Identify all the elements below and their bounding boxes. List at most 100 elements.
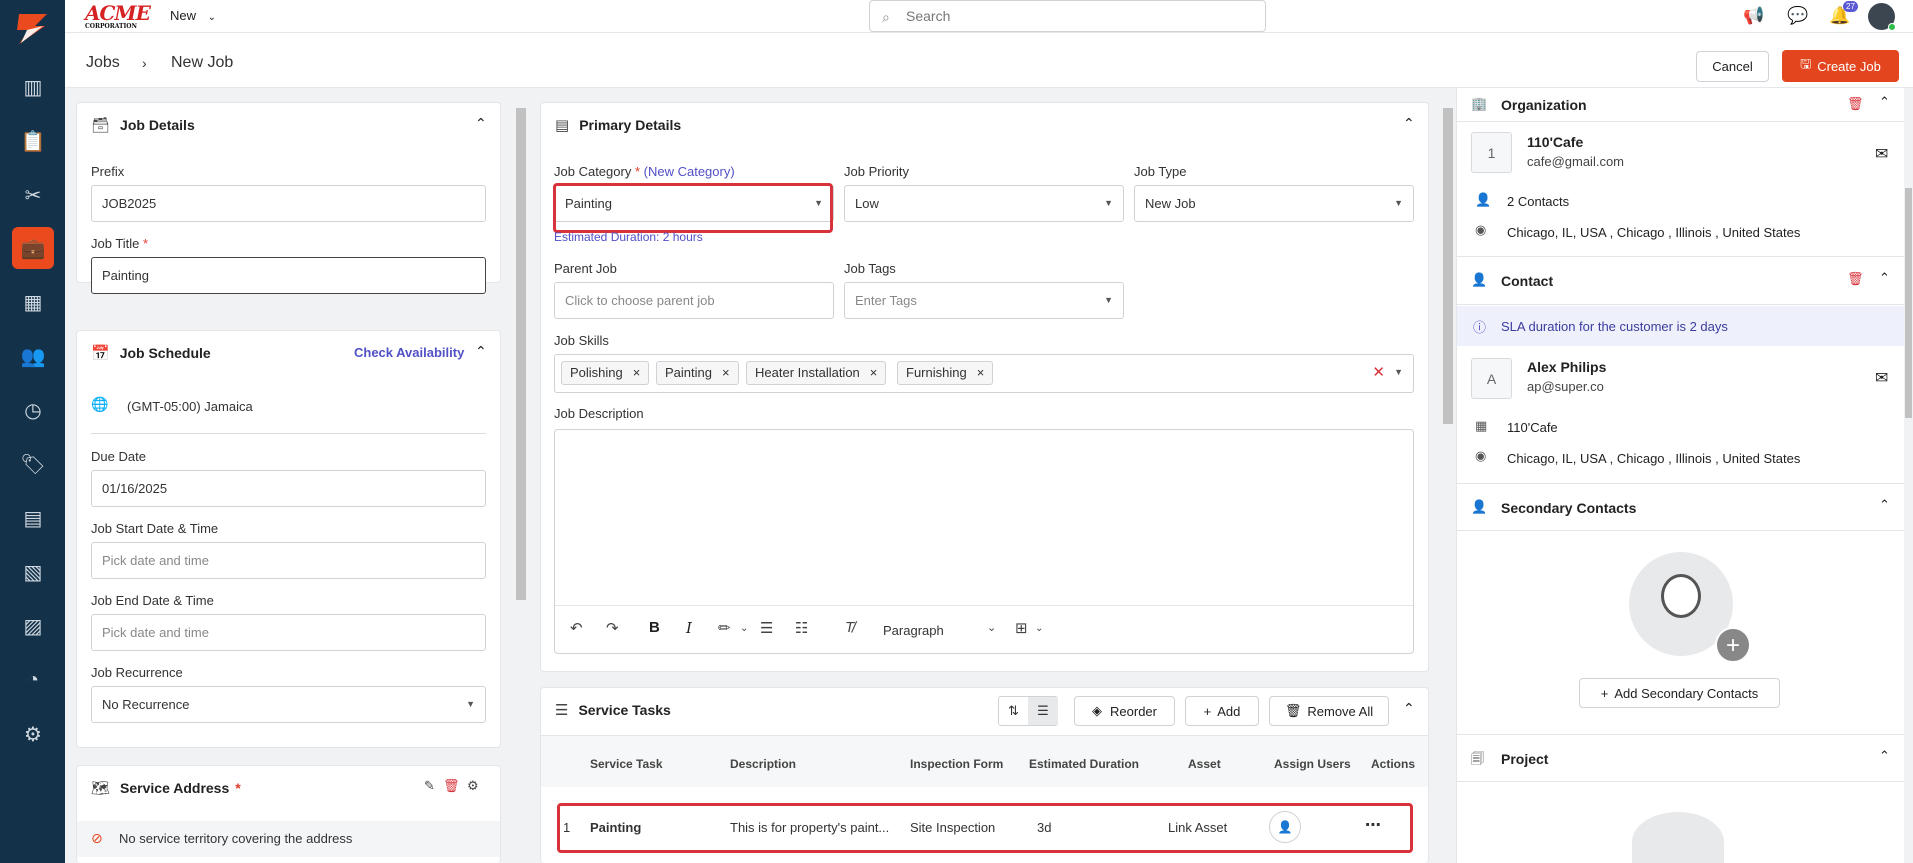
right-scrollbar[interactable] [1905,188,1912,418]
job-type-select[interactable]: New Job ▼ [1134,185,1414,222]
middle-scrollbar[interactable] [1443,108,1453,424]
highlighter-icon[interactable]: ✏ [718,619,731,637]
remove-all-button[interactable]: 🗑 Remove All [1269,696,1389,726]
prefix-input[interactable]: JOB2025 [91,185,486,222]
numbered-list-icon[interactable]: ☷ [795,619,808,637]
layers-icon: ▤ [555,117,570,134]
italic-icon[interactable]: I [686,619,692,637]
primary-details-header[interactable]: ▤ Primary Details [555,103,681,147]
mail-icon[interactable]: ✉ [1875,144,1888,164]
redo-icon[interactable]: ↷ [606,619,619,637]
collapse-chevron-icon[interactable]: ⌃ [1879,94,1890,110]
organization-name[interactable]: 110'Cafe [1527,134,1583,150]
job-priority-select[interactable]: Low ▼ [844,185,1124,222]
chevron-down-icon[interactable]: ⌄ [740,623,748,634]
timezone-text[interactable]: (GMT-05:00) Jamaica [127,399,253,414]
nav-dashboard-icon[interactable]: ▥ [12,66,54,108]
remove-tag-icon[interactable]: × [977,365,985,380]
delete-trash-icon[interactable]: 🗑 [1847,271,1864,287]
new-category-link[interactable]: (New Category) [644,164,735,179]
organization-header[interactable]: 🏢 Organization 🗑 ⌃ [1457,88,1904,122]
building-icon: 🏢 [1471,96,1488,111]
collapse-chevron-icon[interactable]: ⌃ [1879,497,1890,513]
project-header[interactable]: 🗐 Project ⌃ [1457,734,1904,782]
gear-icon[interactable]: ⚙ [467,778,479,794]
clear-format-icon[interactable]: T̸ [845,619,854,636]
nav-jobs-icon[interactable]: 💼 [12,227,54,269]
breadcrumb-jobs-link[interactable]: Jobs [86,54,120,72]
check-availability-link[interactable]: Check Availability [354,345,464,360]
collapse-chevron-icon[interactable]: ⌃ [1879,748,1890,764]
due-date-input[interactable]: 01/16/2025 [91,470,486,507]
job-details-header[interactable]: 🗃 Job Details [91,103,195,147]
parent-job-input[interactable]: Click to choose parent job [554,282,834,319]
mail-icon[interactable]: ✉ [1875,368,1888,388]
nav-map-icon[interactable]: ▤ [12,497,54,539]
job-schedule-header[interactable]: 📅 Job Schedule [91,331,211,375]
nav-reports-icon[interactable]: ◔ [12,659,54,701]
delete-trash-icon[interactable]: 🗑 [443,778,460,794]
delete-trash-icon[interactable]: 🗑 [1847,96,1864,112]
nav-invoice-icon[interactable]: ▧ [12,551,54,593]
reorder-button[interactable]: ◈ Reorder [1074,696,1175,726]
nav-settings-icon[interactable]: ⚙ [12,713,54,755]
collapse-chevron-icon[interactable]: ⌃ [475,115,487,132]
service-tasks-header[interactable]: ☰ Service Tasks [555,688,671,732]
job-skills-multiselect[interactable]: Polishing × Painting × Heater Installation… [554,354,1414,393]
table-icon[interactable]: ⊞ [1015,619,1028,637]
create-job-button[interactable]: 🖫 Create Job [1782,50,1899,82]
nav-clipboard-icon[interactable]: 📋 [12,120,54,162]
remove-tag-icon[interactable]: × [633,365,641,380]
chat-icon[interactable]: 💬 [1787,6,1809,28]
nav-tag-icon[interactable]: 🏷 [12,443,54,485]
add-task-button[interactable]: + Add [1185,696,1259,726]
organization-contacts-count[interactable]: 2 Contacts [1507,194,1569,209]
nav-calendar-icon[interactable]: ▦ [12,281,54,323]
nav-tools-icon[interactable]: ✂ [12,174,54,216]
job-tags-input[interactable]: Enter Tags ▼ [844,282,1124,319]
add-secondary-contacts-button[interactable]: + Add Secondary Contacts [1579,678,1780,708]
brand-logo[interactable]: ACME CORPORATION [85,2,155,30]
document-icon: 🗐 [1471,751,1484,766]
job-description-editor[interactable]: ↶ ↷ B I ✏ ⌄ ☰ ☷ T̸ Paragraph ⌄ ⊞ ⌄ [554,429,1414,654]
sort-icon[interactable]: ⇅ [999,697,1028,725]
megaphone-icon[interactable]: 📢 [1743,6,1765,28]
bold-icon[interactable]: B [649,619,660,636]
new-menu-button[interactable]: New ⌄ [170,8,216,23]
chevron-down-icon[interactable]: ⌄ [1035,623,1043,634]
collapse-chevron-icon[interactable]: ⌃ [475,343,487,360]
clear-all-icon[interactable]: ✕ [1372,355,1385,390]
collapse-chevron-icon[interactable]: ⌃ [1879,270,1890,286]
collapse-chevron-icon[interactable]: ⌃ [1403,115,1415,132]
search-input[interactable]: ⌕ Search [869,0,1266,32]
end-date-input[interactable]: Pick date and time [91,614,486,651]
contact-name[interactable]: Alex Philips [1527,359,1606,375]
cancel-button[interactable]: Cancel [1696,51,1769,82]
bell-icon[interactable]: 🔔 27 [1829,1,1858,28]
contact-header[interactable]: 👤 Contact 🗑 ⌃ [1457,256,1904,305]
undo-icon[interactable]: ↶ [570,619,583,637]
nav-users-icon[interactable]: 👥 [12,335,54,377]
bullet-list-icon[interactable]: ☰ [760,619,773,637]
job-title-input[interactable]: Painting [91,257,486,294]
paragraph-select[interactable]: Paragraph ⌄ [877,616,1007,644]
service-address-header[interactable]: 🗺 Service Address * [91,766,241,810]
secondary-contacts-header[interactable]: 👤 Secondary Contacts ⌃ [1457,483,1904,531]
user-avatar[interactable] [1868,3,1896,31]
left-scrollbar[interactable] [516,108,526,600]
nav-documents-icon[interactable]: ▨ [12,605,54,647]
collapse-chevron-icon[interactable]: ⌃ [1403,700,1415,717]
nav-clock-icon[interactable]: ◷ [12,389,54,431]
recurrence-select[interactable]: No Recurrence ▼ [91,686,486,723]
list-view-icon[interactable]: ☰ [1028,697,1058,725]
remove-tag-icon[interactable]: × [870,365,878,380]
edit-pencil-icon[interactable]: ✎ [424,778,435,794]
avatar-face [1661,574,1701,618]
start-date-input[interactable]: Pick date and time [91,542,486,579]
sla-notice: ⓘ SLA duration for the customer is 2 day… [1457,306,1904,346]
territory-notice-text: No service territory covering the addres… [119,831,353,846]
add-plus-icon[interactable]: + [1715,627,1751,663]
remove-tag-icon[interactable]: × [722,365,730,380]
job-title-label: Job Title * [91,236,148,251]
app-logo-icon[interactable] [13,10,51,46]
